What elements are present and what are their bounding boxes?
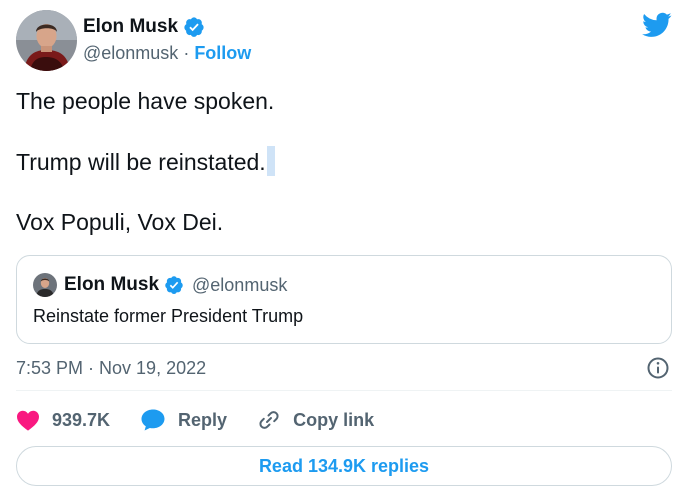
quoted-tweet[interactable]: Elon Musk @elonmusk Reinstate former Pre… [16, 255, 672, 344]
reply-label: Reply [178, 409, 228, 430]
quoted-author-avatar [33, 273, 57, 297]
tweet-text: The people have spoken. Trump will be re… [16, 86, 666, 237]
tweet-line: Vox Populi, Vox Dei. [16, 209, 224, 235]
reply-button[interactable]: Reply [140, 408, 227, 432]
author-handle[interactable]: @elonmusk [83, 43, 178, 64]
action-bar: 939.7K Reply Copy link [16, 405, 404, 435]
quoted-header: Elon Musk @elonmusk [64, 273, 287, 297]
author-avatar[interactable] [16, 10, 77, 71]
handle-separator: · [183, 42, 190, 63]
quoted-author-handle: @elonmusk [192, 274, 288, 295]
tweet-line: Trump will be reinstated. [16, 146, 666, 177]
quoted-tweet-text: Reinstate former President Trump [33, 306, 304, 326]
divider [16, 390, 672, 391]
quoted-author-name: Elon Musk [64, 274, 160, 295]
text-selection-caret [266, 146, 275, 176]
author-block: Elon Musk @elonmusk · Follow [83, 14, 251, 66]
like-count: 939.7K [52, 409, 111, 430]
read-replies-button[interactable]: Read 134.9K replies [16, 446, 672, 486]
twitter-bird-icon[interactable] [642, 12, 672, 38]
like-button[interactable]: 939.7K [16, 409, 110, 431]
follow-button[interactable]: Follow [194, 43, 251, 64]
link-icon [259, 411, 279, 429]
info-icon[interactable] [646, 356, 670, 380]
verified-badge-icon [184, 17, 204, 37]
heart-icon [17, 410, 39, 431]
verified-badge-icon [165, 276, 183, 294]
copy-link-button[interactable]: Copy link [257, 408, 374, 432]
reply-bubble-icon [141, 409, 165, 431]
copy-link-label: Copy link [293, 409, 375, 430]
author-name[interactable]: Elon Musk [83, 16, 178, 38]
tweet-line: The people have spoken. [16, 88, 275, 114]
tweet-card: Elon Musk @elonmusk · Follow The people … [0, 0, 688, 500]
tweet-timestamp[interactable]: 7:53 PM · Nov 19, 2022 [16, 358, 206, 379]
